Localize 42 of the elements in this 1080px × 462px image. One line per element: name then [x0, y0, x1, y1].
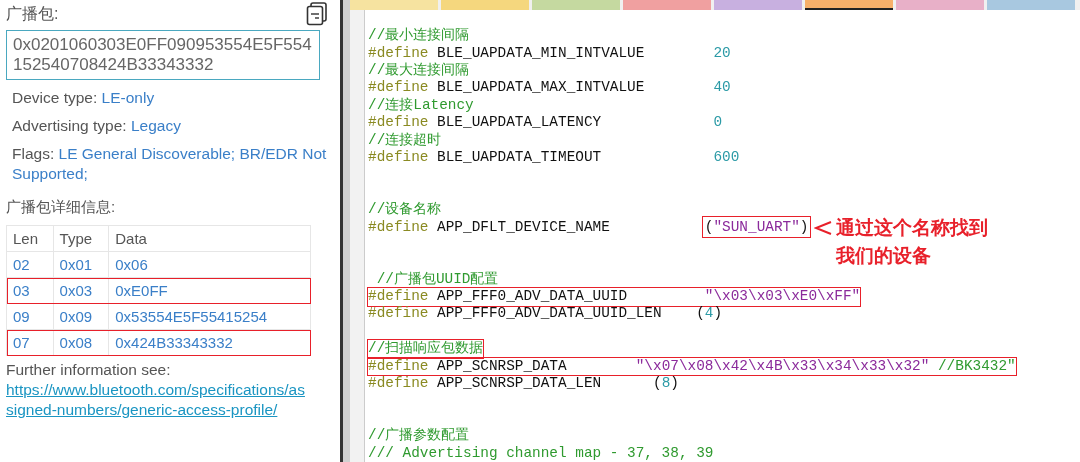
code-line: #define APP_SCNRSP_DATA "\x07\x08\x42\x4B\x33\x34\x33\x32" //BK3432" [368, 357, 1016, 376]
table-cell: 09 [6, 303, 54, 330]
column-header: Type [53, 225, 109, 252]
table-cell: 0x53554E5F55415254 [108, 303, 311, 330]
table-cell: 0x09 [53, 303, 109, 330]
table-cell: 07 [6, 329, 54, 356]
code-line: #define APP_FFF0_ADV_DATA_UUID_LEN (4) [368, 305, 723, 323]
section-title: 广播包详细信息: [6, 198, 117, 217]
code-line: #define APP_DFLT_DEVICE_NAME ("SUN_UART") [368, 218, 809, 236]
table-cell: 02 [6, 251, 54, 278]
link[interactable]: https://www.bluetooth.com/specifications/assigned-numbers/generic-access-profile/ [6, 380, 306, 420]
section-title: 广播包: [6, 3, 59, 24]
property-text: Advertising type: Legacy [11, 116, 182, 136]
code-line: #define BLE_UAPDATA_MIN_INTVALUE 20 [368, 44, 731, 62]
copy-icon[interactable] [306, 2, 328, 26]
annotation-text: 我们的设备 [836, 242, 933, 268]
code-line: //广播包UUID配置 [375, 270, 499, 289]
code-line: //最小连接间隔 [368, 27, 470, 45]
code-line: #define APP_SCNRSP_DATA_LEN (8) [368, 375, 679, 393]
table-cell: 03 [6, 277, 54, 304]
annotation-text: 通过这个名称找到 [836, 214, 989, 240]
info-text: Further information see: [6, 361, 171, 378]
column-header: Data [108, 225, 311, 252]
code-line: #define BLE_UAPDATA_MAX_INTVALUE 40 [368, 79, 731, 97]
raw-data-field[interactable]: 0x0201060303E0FF090953554E5F554152540708424B33343332 [6, 30, 320, 80]
code-line: //连接超时 [368, 131, 442, 149]
column-header: Len [6, 225, 54, 252]
property-text: Flags: LE General Discoverable; BR/EDR Not Supported; [11, 144, 328, 184]
code-line: #define BLE_UAPDATA_TIMEOUT 600 [368, 148, 740, 167]
table-cell: 0x06 [108, 251, 311, 278]
property-text: Device type: LE-only [11, 88, 156, 108]
table-cell: 0x01 [53, 251, 109, 278]
code-line: //连接Latency [368, 96, 474, 115]
file-tab[interactable] [805, 0, 893, 10]
splitter-bar[interactable] [340, 0, 350, 462]
code-line: //扫描响应包数据 [368, 340, 484, 358]
code-line: /// Advertising channel map - 37, 38, 39 [368, 444, 714, 462]
code-line: #define BLE_UAPDATA_LATENCY 0 [368, 114, 723, 132]
code-line: //广播参数配置 [368, 427, 470, 445]
code-line: //最大连接间隔 [368, 62, 470, 80]
code-line: #define APP_FFF0_ADV_DATA_UUID "\x03\x03\xE0\xFF" [368, 288, 861, 306]
code-line: //设备名称 [368, 201, 442, 219]
